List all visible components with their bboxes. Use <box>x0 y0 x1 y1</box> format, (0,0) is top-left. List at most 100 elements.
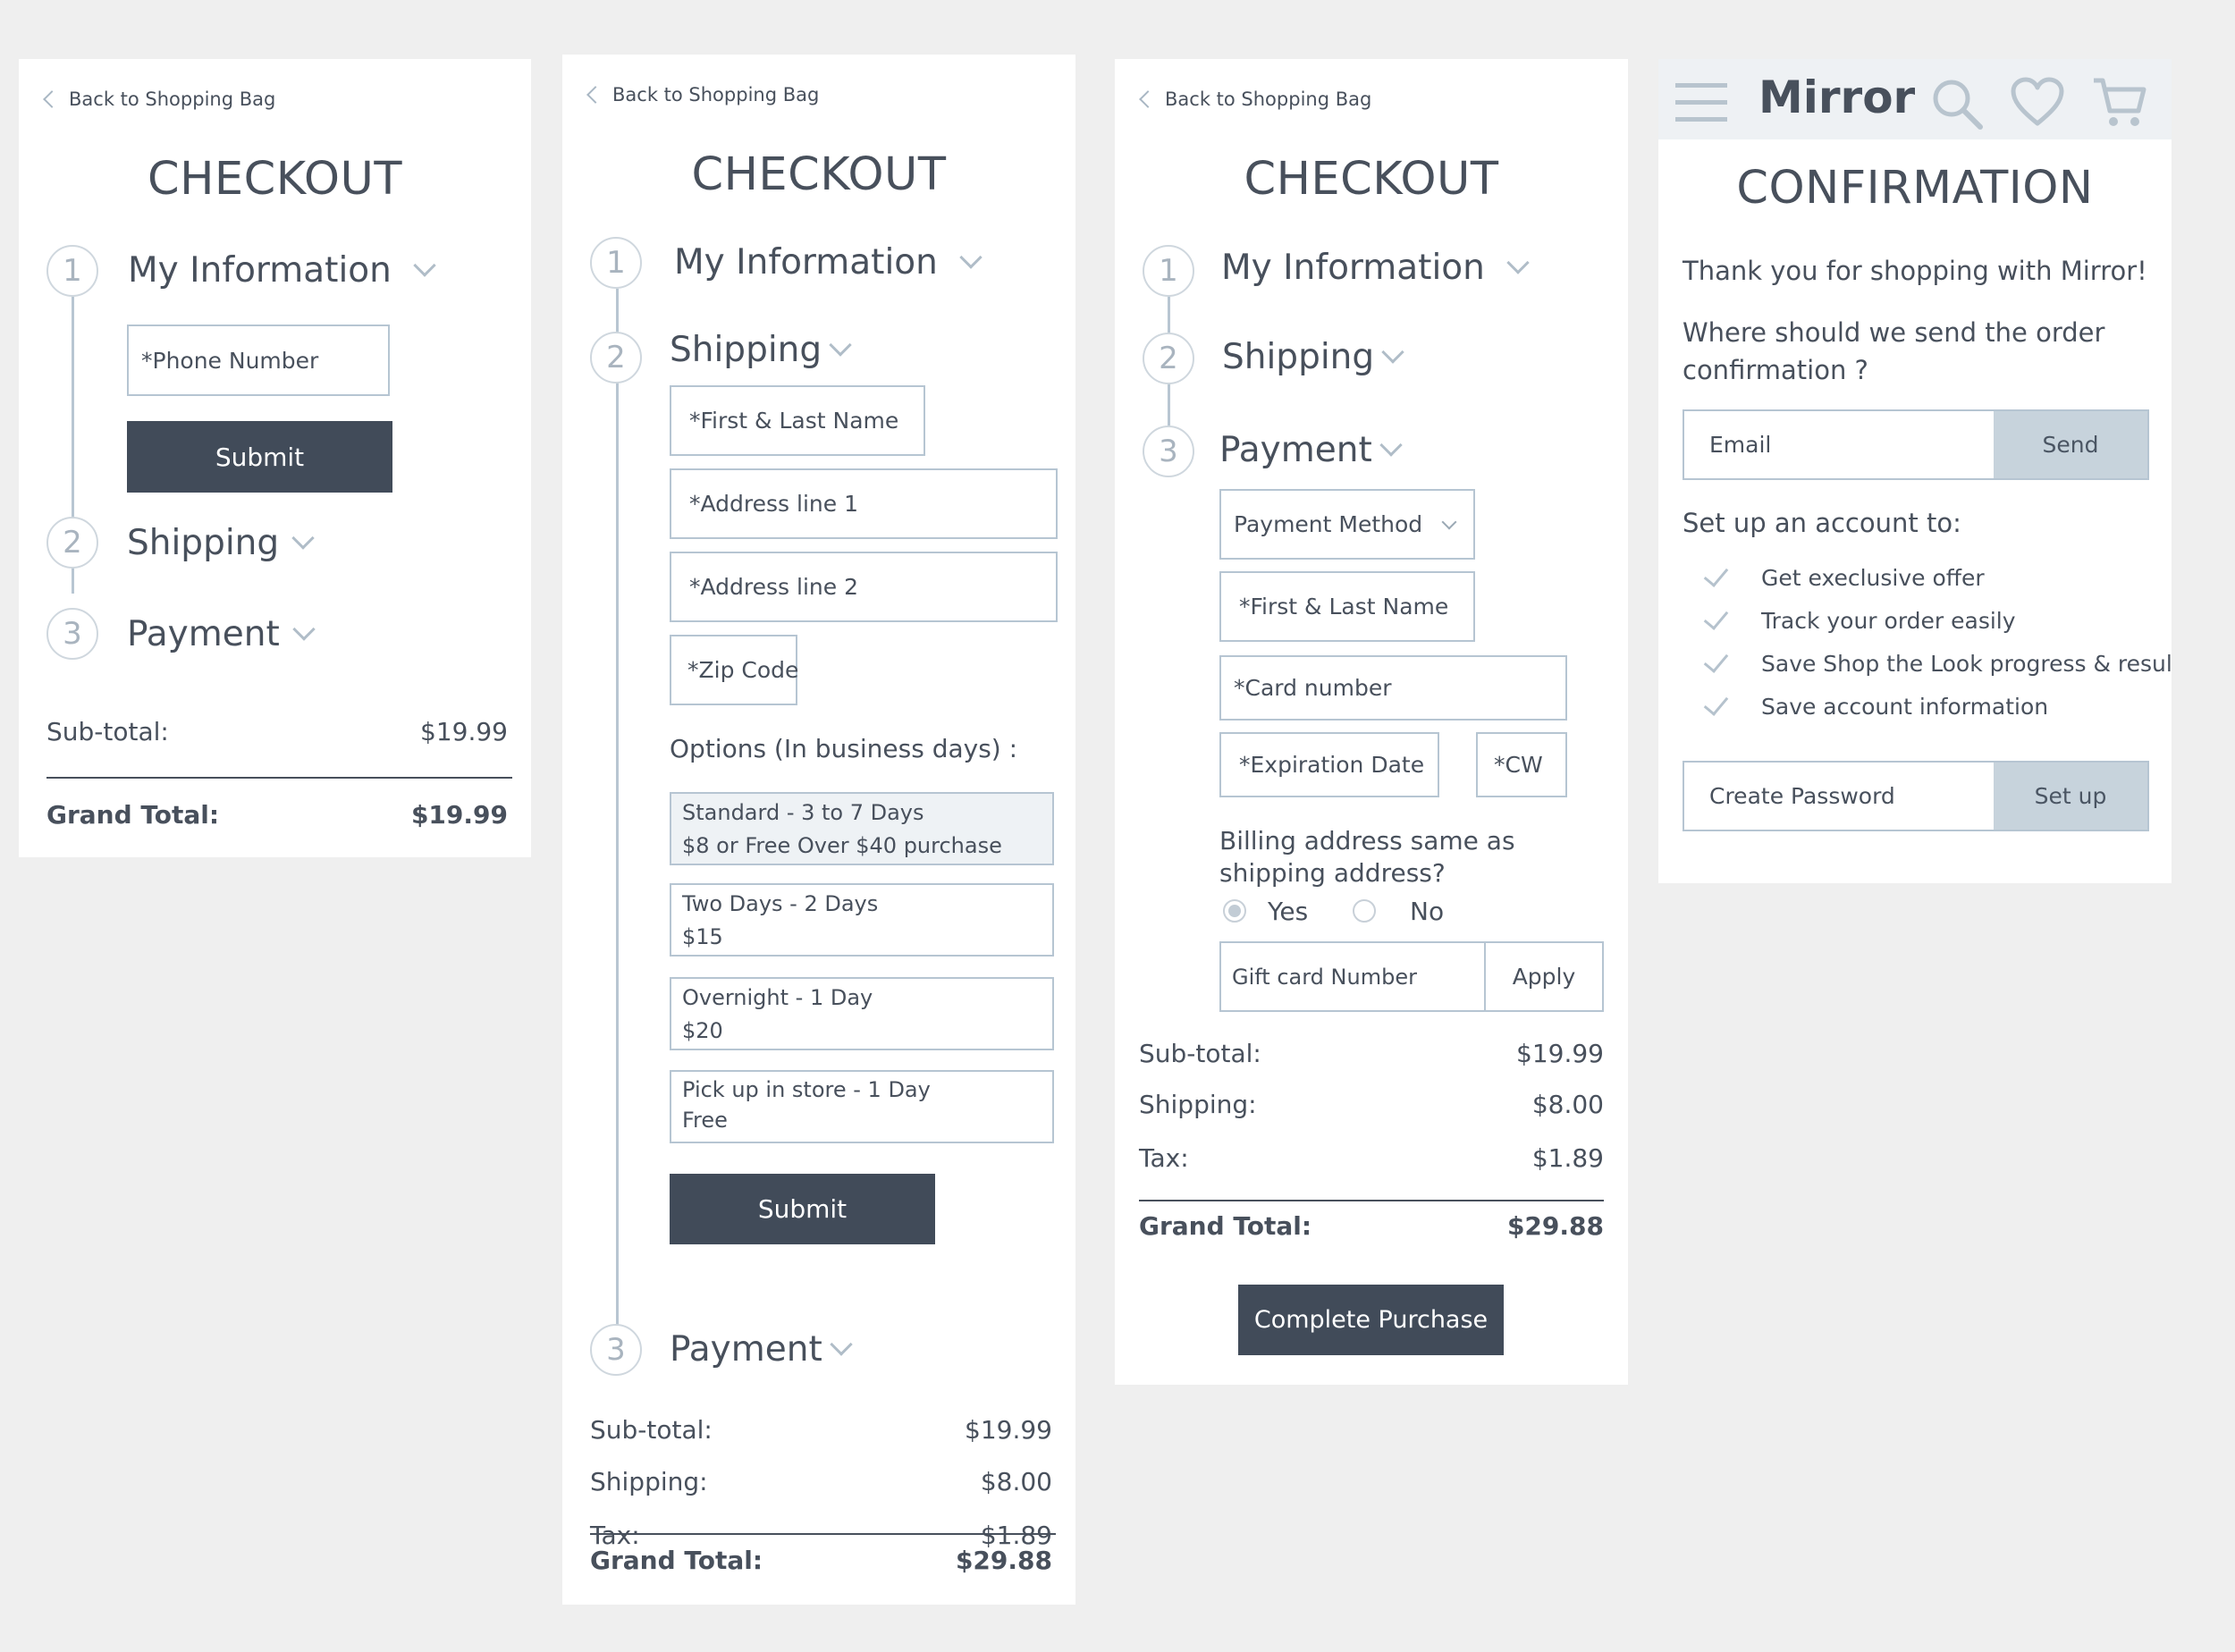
step-2-label: Shipping <box>127 522 280 563</box>
expiration-date-input[interactable]: *Expiration Date <box>1219 732 1439 797</box>
send-button[interactable]: Send <box>1994 411 2147 478</box>
tax-value: $1.89 <box>1531 1143 1604 1173</box>
grand-total-label: Grand Total: <box>46 800 220 830</box>
benefit-item: Save Shop the Look progress & result <box>1703 646 2172 678</box>
apply-button[interactable]: Apply <box>1484 943 1602 1010</box>
page-title: CHECKOUT <box>691 148 947 201</box>
address-line-1-input[interactable]: *Address line 1 <box>670 468 1058 539</box>
step-1-header[interactable]: My Information <box>1221 240 1530 294</box>
back-to-bag-link[interactable]: Back to Shopping Bag <box>43 86 276 113</box>
search-icon[interactable] <box>1930 77 1984 131</box>
chevron-down-icon <box>1506 251 1530 274</box>
option-title: Standard - 3 to 7 Days <box>682 800 924 825</box>
radio-yes-label: Yes <box>1268 896 1309 926</box>
step-1-header[interactable]: My Information <box>128 243 436 297</box>
shipping-label: Shipping: <box>590 1467 708 1496</box>
option-price: $15 <box>682 924 723 949</box>
step-3-circle: 3 <box>46 608 98 660</box>
option-title: Two Days - 2 Days <box>682 891 879 916</box>
step-3-label: Payment <box>670 1328 822 1370</box>
billing-question: Billing address same as shipping address… <box>1219 826 1515 888</box>
option-price: $8 or Free Over $40 purchase <box>682 833 1002 858</box>
shipping-option-standard[interactable]: Standard - 3 to 7 Days $8 or Free Over $… <box>670 792 1054 865</box>
back-to-bag-link[interactable]: Back to Shopping Bag <box>1139 86 1371 113</box>
step-3-header[interactable]: Payment <box>1219 423 1403 476</box>
chevron-left-icon <box>1139 90 1157 108</box>
step-connector-line <box>616 289 619 1353</box>
shipping-option-overnight[interactable]: Overnight - 1 Day $20 <box>670 977 1054 1050</box>
phone-number-input[interactable]: *Phone Number <box>127 324 390 396</box>
confirmation-panel: Mirror CONFIRMATION Thank you for shoppi… <box>1658 59 2172 883</box>
page-title: CHECKOUT <box>1244 153 1499 206</box>
page-title: CONFIRMATION <box>1736 162 2094 215</box>
address-line-2-input[interactable]: *Address line 2 <box>670 552 1058 622</box>
account-heading: Set up an account to: <box>1683 508 1961 538</box>
payment-method-select[interactable]: Payment Method <box>1219 489 1475 560</box>
heart-icon[interactable] <box>2011 77 2064 127</box>
benefit-label: Track your order easily <box>1761 607 2016 634</box>
checkout-panel-my-information: Back to Shopping Bag CHECKOUT 1 My Infor… <box>19 59 531 857</box>
shipping-option-pickup[interactable]: Pick up in store - 1 Day Free <box>670 1070 1054 1143</box>
radio-selected-dot <box>1228 905 1241 917</box>
card-number-input[interactable]: *Card number <box>1219 655 1567 721</box>
step-1-label: My Information <box>1221 247 1485 288</box>
step-3-header[interactable]: Payment <box>127 607 316 661</box>
thank-you-message: Thank you for shopping with Mirror! <box>1683 256 2147 286</box>
create-password-input[interactable]: Create Password <box>1684 763 1994 830</box>
total-divider <box>46 777 512 779</box>
email-input[interactable]: Email <box>1684 411 1994 478</box>
shipping-value: $8.00 <box>980 1467 1052 1496</box>
brand-logo[interactable]: Mirror <box>1758 72 1915 123</box>
cart-icon[interactable] <box>2092 75 2147 131</box>
gift-card-input[interactable]: Gift card Number <box>1221 943 1484 1010</box>
subtotal-value: $19.99 <box>420 717 508 746</box>
step-2-header[interactable]: Shipping <box>127 516 315 569</box>
set-up-button[interactable]: Set up <box>1994 763 2147 830</box>
zip-code-input[interactable]: *Zip Code <box>670 635 798 705</box>
benefit-label: Save Shop the Look progress & result <box>1761 650 2172 677</box>
radio-no[interactable] <box>1353 899 1376 923</box>
hamburger-menu-icon[interactable] <box>1675 83 1727 122</box>
subtotal-value: $19.99 <box>1516 1039 1604 1068</box>
back-to-bag-link[interactable]: Back to Shopping Bag <box>586 81 819 108</box>
shipping-label: Shipping: <box>1139 1090 1257 1119</box>
option-title: Pick up in store - 1 Day <box>682 1077 931 1102</box>
email-group: Email Send <box>1683 409 2149 480</box>
complete-purchase-button[interactable]: Complete Purchase <box>1238 1285 1504 1355</box>
step-2-header[interactable]: Shipping <box>1222 330 1404 384</box>
step-2-header[interactable]: Shipping <box>670 323 852 376</box>
back-link-label: Back to Shopping Bag <box>69 88 276 110</box>
name-input[interactable]: *First & Last Name <box>670 385 925 456</box>
chevron-down-icon <box>830 1333 853 1356</box>
page-title: CHECKOUT <box>147 153 403 206</box>
step-1-header[interactable]: My Information <box>674 235 983 289</box>
step-3-label: Payment <box>127 613 280 654</box>
chevron-down-icon <box>291 527 315 550</box>
submit-button[interactable]: Submit <box>127 421 392 493</box>
chevron-down-icon <box>1381 341 1404 364</box>
billing-no-option[interactable]: No <box>1353 895 1444 927</box>
step-3-circle: 3 <box>590 1324 642 1376</box>
checkmark-icon <box>1703 646 1729 673</box>
step-1-label: My Information <box>674 241 938 282</box>
step-3-label: Payment <box>1219 429 1372 470</box>
step-1-circle: 1 <box>590 237 642 289</box>
benefit-item: Save account information <box>1703 689 2048 721</box>
step-2-label: Shipping <box>670 329 822 370</box>
checkout-panel-shipping: Back to Shopping Bag CHECKOUT 1 My Infor… <box>562 55 1075 1605</box>
cvv-input[interactable]: *CW <box>1476 732 1567 797</box>
step-3-header[interactable]: Payment <box>670 1322 853 1376</box>
submit-button[interactable]: Submit <box>670 1174 935 1244</box>
name-input[interactable]: *First & Last Name <box>1219 571 1475 642</box>
chevron-down-icon <box>1441 514 1457 529</box>
radio-yes[interactable] <box>1223 899 1246 923</box>
shipping-option-two-days[interactable]: Two Days - 2 Days $15 <box>670 883 1054 957</box>
step-2-circle: 2 <box>46 517 98 569</box>
shipping-value: $8.00 <box>1531 1090 1604 1119</box>
chevron-down-icon <box>959 246 983 269</box>
grand-total-value: $29.88 <box>1506 1211 1604 1241</box>
total-divider <box>590 1533 1056 1535</box>
subtotal-value: $19.99 <box>965 1415 1052 1445</box>
grand-total-value: $29.88 <box>955 1546 1052 1575</box>
billing-yes-option[interactable]: Yes <box>1223 895 1308 927</box>
